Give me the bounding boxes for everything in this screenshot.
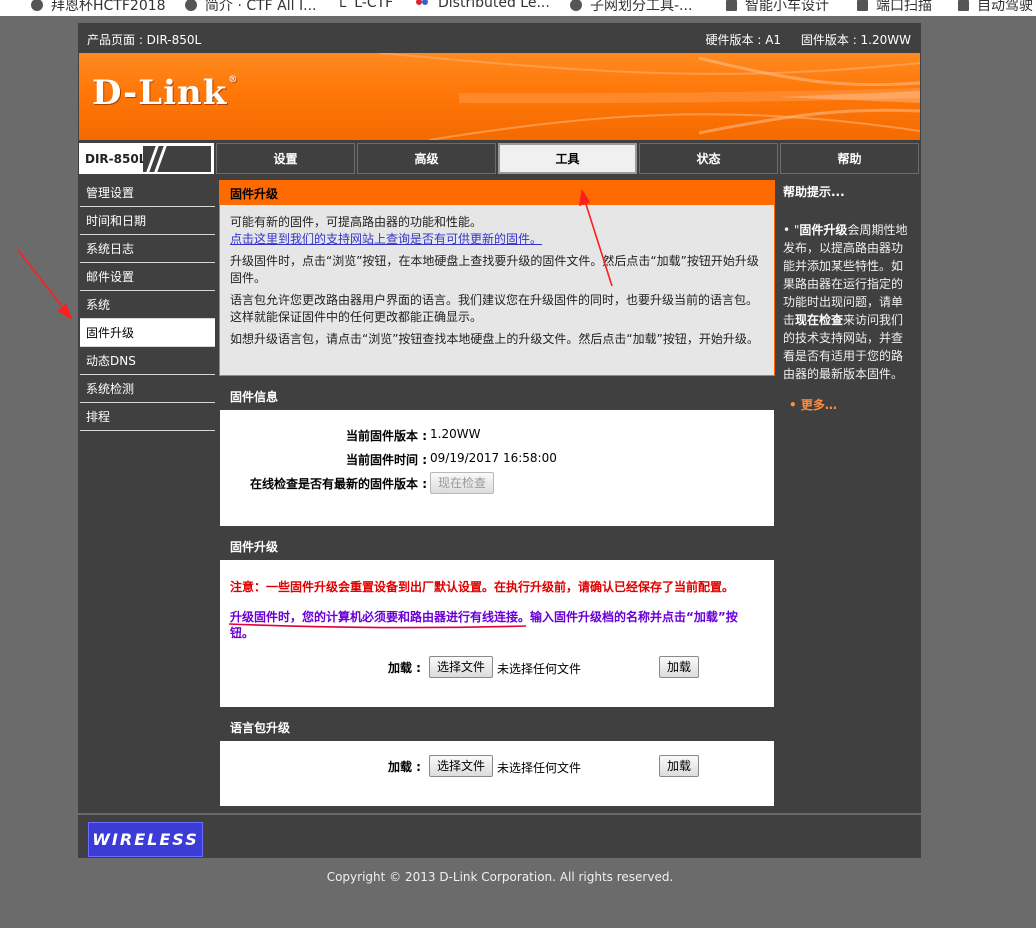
upload-firmware-button[interactable]: 加载 xyxy=(659,656,700,678)
firmware-upgrade-panel: 固件升级 注意：一些固件升级会重置设备到出厂默认设置。在执行升级前，请确认已经保… xyxy=(219,532,775,708)
top-strip: 产品页面 : DIR-850L 硬件版本 : A1 固件版本 : 1.20WW xyxy=(78,23,921,51)
intro-text: 升级固件时，点击“浏览”按钮，在本地硬盘上查找要升级的固件文件。然后点击“加载”… xyxy=(230,254,759,285)
hints-title: 帮助提示... xyxy=(783,185,845,199)
sidebar-item-admin[interactable]: 管理设置 xyxy=(80,179,215,207)
folder-icon xyxy=(857,0,868,11)
panel-title: 固件升级 xyxy=(220,533,774,560)
load-label: 加载 : xyxy=(388,760,421,774)
hints-text: • "固件升级会周期性地发布，以提高路由器功能并添加某些特性。如果路由器在运行指… xyxy=(783,223,908,381)
globe-icon xyxy=(185,0,197,11)
sidebar-item-syslog[interactable]: 系统日志 xyxy=(80,235,215,263)
bookmark-item[interactable]: 子网划分工具-... xyxy=(570,0,692,15)
sidebar: 管理设置 时间和日期 系统日志 邮件设置 系统 固件升级 动态DNS 系统检测 … xyxy=(78,179,215,431)
model-label: DIR-850L xyxy=(85,152,147,166)
firmware-date-value: 09/19/2017 16:58:00 xyxy=(430,451,557,465)
panel-title: 语言包升级 xyxy=(220,714,774,741)
panel-title: 固件升级 xyxy=(220,181,774,205)
model-badge: DIR-850L xyxy=(79,143,214,174)
intro-text: 可能有新的固件，可提高路由器的功能和性能。 xyxy=(230,215,483,229)
more-link[interactable]: • 更多… xyxy=(789,396,837,413)
upgrade-intro-panel: 固件升级 可能有新的固件，可提高路由器的功能和性能。 点击这里到我们的支持网站上… xyxy=(219,180,775,376)
footer-bar: WIRELESS xyxy=(78,813,921,858)
globe-icon xyxy=(31,0,43,11)
version-info: 硬件版本 : A1 固件版本 : 1.20WW xyxy=(690,31,911,48)
tab-status[interactable]: 状态 xyxy=(639,143,778,174)
tab-advanced[interactable]: 高级 xyxy=(357,143,496,174)
brand-banner: D-Link® xyxy=(79,53,920,140)
sidebar-item-firmware[interactable]: 固件升级 xyxy=(80,319,215,347)
bookmark-item[interactable]: 端口扫描 xyxy=(857,0,932,15)
product-label: 产品页面 : DIR-850L xyxy=(87,33,202,47)
tab-setup[interactable]: 设置 xyxy=(216,143,355,174)
firmware-info-panel: 固件信息 当前固件版本 : 1.20WW 当前固件时间 : 09/19/2017… xyxy=(219,382,775,527)
sidebar-item-time[interactable]: 时间和日期 xyxy=(80,207,215,235)
bookmark-item[interactable]: 自动驾驶 xyxy=(958,0,1033,15)
sidebar-item-system[interactable]: 系统 xyxy=(80,291,215,319)
load-label: 加载 : xyxy=(388,661,421,675)
warning-text: 注意：一些固件升级会重置设备到出厂默认设置。在执行升级前，请确认已经保存了当前配… xyxy=(230,580,735,594)
folder-icon xyxy=(726,0,737,11)
support-link[interactable]: 点击这里到我们的支持网站上查询是否有可供更新的固件。 xyxy=(230,232,542,246)
dx-icon xyxy=(416,0,430,8)
bookmark-partial[interactable]: : xyxy=(0,0,1,11)
intro-text: 语言包允许您更改路由器用户界面的语言。我们建议您在升级固件的同时，也要升级当前的… xyxy=(230,293,759,324)
help-hints-panel: 帮助提示... • "固件升级会周期性地发布，以提高路由器功能并添加某些特性。如… xyxy=(779,179,913,417)
bookmark-item[interactable]: 智能小车设计 xyxy=(726,0,829,15)
sidebar-item-ddns[interactable]: 动态DNS xyxy=(80,347,215,375)
sidebar-item-syscheck[interactable]: 系统检测 xyxy=(80,375,215,403)
globe-icon xyxy=(570,0,582,11)
l-icon: ᒪ xyxy=(339,0,347,11)
annotation-arrow xyxy=(17,249,73,320)
choose-file-button[interactable]: 选择文件 xyxy=(429,656,494,678)
sidebar-item-schedule[interactable]: 排程 xyxy=(80,403,215,431)
tab-tools[interactable]: 工具 xyxy=(498,143,637,174)
hardware-version: 硬件版本 : A1 xyxy=(705,33,782,47)
sidebar-item-email[interactable]: 邮件设置 xyxy=(80,263,215,291)
firmware-version-label: 当前固件版本 : xyxy=(346,429,427,443)
bookmark-item[interactable]: Distributed Le... xyxy=(416,0,550,11)
upload-language-button[interactable]: 加载 xyxy=(659,755,700,777)
language-pack-panel: 语言包升级 加载 : 选择文件 未选择任何文件 加载 xyxy=(219,713,775,807)
bookmarks-bar: : 拜恩杯HCTF2018 简介 · CTF All I... ᒪL-CTF D… xyxy=(0,0,1036,16)
choose-file-button[interactable]: 选择文件 xyxy=(429,755,494,777)
copyright-text: Copyright © 2013 D-Link Corporation. All… xyxy=(326,870,674,884)
check-now-button[interactable]: 现在检查 xyxy=(430,472,495,494)
bookmark-item[interactable]: 简介 · CTF All I... xyxy=(185,0,316,15)
online-check-label: 在线检查是否有最新的固件版本 : xyxy=(250,477,427,491)
bookmark-item[interactable]: 拜恩杯HCTF2018 xyxy=(31,0,166,15)
panel-title: 固件信息 xyxy=(220,383,774,410)
no-file-text: 未选择任何文件 xyxy=(497,761,582,775)
no-file-text: 未选择任何文件 xyxy=(497,662,582,676)
firmware-date-label: 当前固件时间 : xyxy=(346,453,427,467)
intro-text: 如想升级语言包，请点击“浏览”按钮查找本地硬盘上的升级文件。然后点击“加载”按钮… xyxy=(230,332,759,346)
top-nav: DIR-850L 设置 高级 工具 状态 帮助 xyxy=(78,142,921,176)
tab-help[interactable]: 帮助 xyxy=(780,143,919,174)
dlink-logo: D-Link® xyxy=(92,73,239,113)
firmware-version-value: 1.20WW xyxy=(430,427,481,441)
bookmark-item[interactable]: ᒪ L-CTF xyxy=(339,0,393,11)
wired-connection-note: 升级固件时，您的计算机必须要和路由器进行有线连接。输入固件升级档的名称并点击“加… xyxy=(230,610,738,640)
router-page: 产品页面 : DIR-850L 硬件版本 : A1 固件版本 : 1.20WW … xyxy=(78,23,921,858)
wireless-badge: WIRELESS xyxy=(88,822,203,857)
folder-icon xyxy=(958,0,969,11)
firmware-version: 固件版本 : 1.20WW xyxy=(800,33,911,47)
